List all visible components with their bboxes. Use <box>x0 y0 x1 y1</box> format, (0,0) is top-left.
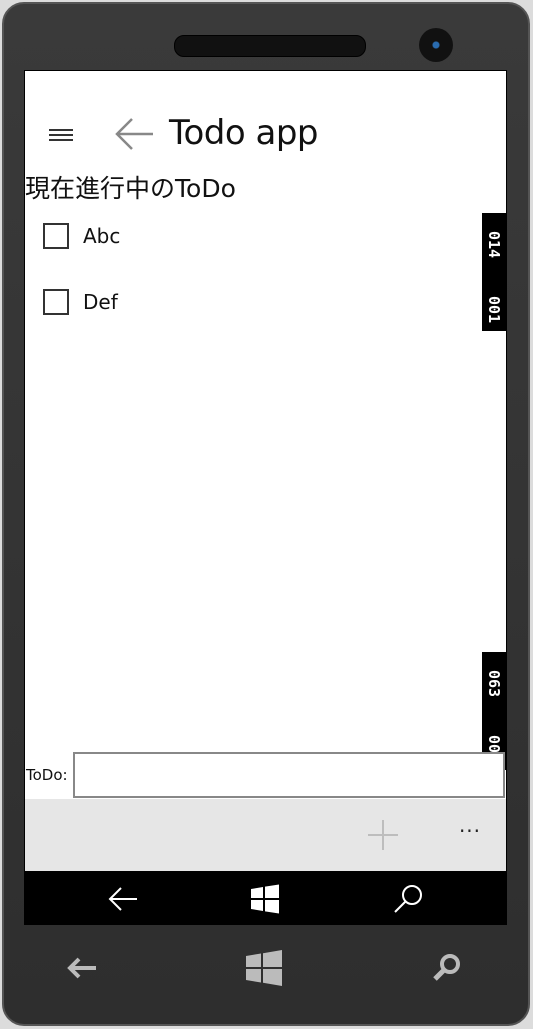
hamburger-menu-icon[interactable] <box>49 128 73 144</box>
page-title: Todo app <box>169 113 318 153</box>
plus-icon[interactable] <box>365 817 401 853</box>
todo-checkbox[interactable] <box>43 289 69 315</box>
counter-value: 063 <box>485 670 503 698</box>
search-icon[interactable] <box>391 881 427 917</box>
todo-input[interactable] <box>73 752 505 798</box>
todo-checkbox[interactable] <box>43 223 69 249</box>
todo-item-0[interactable]: Abc <box>43 219 120 253</box>
earpiece-speaker <box>174 35 366 57</box>
todo-label: Abc <box>83 224 121 248</box>
todo-input-row: ToDo: <box>25 751 506 799</box>
todo-input-label: ToDo: <box>26 766 68 784</box>
todo-label: Def <box>83 290 118 314</box>
todo-item-1[interactable]: Def <box>43 285 118 319</box>
hardware-search-icon[interactable] <box>426 948 466 988</box>
frame-rate-counter-top: 014 001 <box>482 213 506 331</box>
app-bar: ··· <box>25 799 506 871</box>
hardware-windows-logo-icon[interactable] <box>244 948 284 988</box>
counter-value: 001 <box>485 295 503 323</box>
back-arrow-icon[interactable] <box>113 115 155 153</box>
counter-value: 014 <box>485 231 503 259</box>
phone-screen: Todo app 現在進行中のToDo Abc Def 014 001 063 … <box>24 70 507 925</box>
windows-logo-icon[interactable] <box>247 881 283 917</box>
hardware-back-icon[interactable] <box>62 948 102 988</box>
section-title: 現在進行中のToDo <box>25 174 236 203</box>
more-options-button[interactable]: ··· <box>453 819 487 849</box>
system-nav-bar <box>25 871 506 924</box>
front-camera <box>419 28 453 62</box>
back-arrow-icon[interactable] <box>105 881 141 917</box>
